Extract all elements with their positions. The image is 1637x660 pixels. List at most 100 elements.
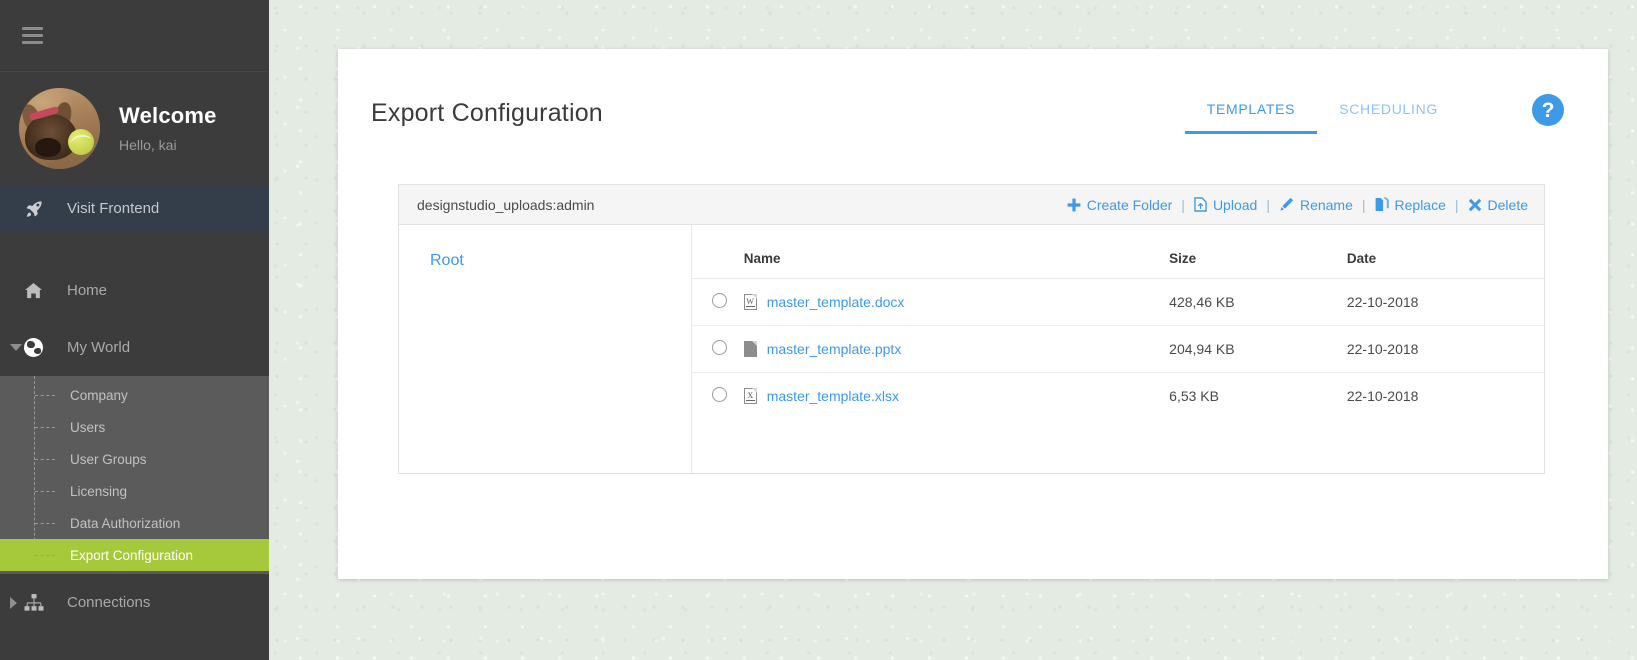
tab-label: SCHEDULING <box>1339 101 1438 117</box>
sidebar-subitem-label: Users <box>70 419 106 435</box>
file-link[interactable]: master_template.pptx <box>767 341 902 357</box>
row-select-cell <box>692 373 744 420</box>
visit-frontend-label: Visit Frontend <box>67 200 160 217</box>
sidebar-submenu: Company Users User Groups Licensing Data… <box>0 376 269 574</box>
column-date: Date <box>1346 225 1544 279</box>
page-title: Export Configuration <box>371 99 603 127</box>
pencil-icon <box>1279 197 1294 212</box>
delete-button[interactable]: Delete <box>1468 197 1528 213</box>
copy-file-icon <box>1375 197 1389 212</box>
hamburger-icon[interactable] <box>22 27 43 44</box>
action-separator: | <box>1266 196 1270 213</box>
card-header: Export Configuration TEMPLATES SCHEDULIN… <box>338 49 1608 134</box>
welcome-subtitle: Hello, kai <box>119 137 177 154</box>
sidebar-item-export-configuration[interactable]: Export Configuration <box>0 539 269 571</box>
close-x-icon <box>1468 198 1482 212</box>
row-size-cell: 6,53 KB <box>1169 388 1219 404</box>
sidebar-item-label: Connections <box>67 594 151 611</box>
action-label: Rename <box>1299 196 1353 213</box>
row-size-cell: 204,94 KB <box>1169 325 1347 373</box>
sidebar: Welcome Hello, kai Visit Frontend Home M… <box>0 0 269 660</box>
file-table: Name Size Date W master_template.docx 42… <box>692 225 1544 419</box>
tab-label: TEMPLATES <box>1206 101 1296 117</box>
row-name-cell: W master_template.docx <box>743 278 1170 326</box>
home-icon <box>0 282 67 300</box>
row-date-cell: 22-10-2018 <box>1346 388 1419 404</box>
sidebar-item-my-world[interactable]: My World <box>0 319 269 376</box>
row-select-cell <box>692 325 744 373</box>
user-profile: Welcome Hello, kai <box>0 71 269 185</box>
table-header-row: Name Size Date <box>692 225 1544 279</box>
sidebar-subitem-label: User Groups <box>70 451 147 467</box>
folder-tree: Root <box>399 225 692 473</box>
table-row[interactable]: X master_template.xlsx 6,53 KB 22-10-201… <box>692 373 1544 420</box>
table-row[interactable]: master_template.pptx 204,94 KB 22-10-201… <box>692 325 1544 373</box>
tab-scheduling[interactable]: SCHEDULING <box>1317 101 1460 134</box>
sidebar-item-data-authorization[interactable]: Data Authorization <box>0 507 269 539</box>
main-content-card: Export Configuration TEMPLATES SCHEDULIN… <box>338 49 1608 579</box>
action-separator: | <box>1181 196 1185 213</box>
tab-bar: TEMPLATES SCHEDULING <box>1184 101 1460 134</box>
upload-icon <box>1194 197 1207 212</box>
create-folder-button[interactable]: Create Folder <box>1067 196 1173 213</box>
visit-frontend-link[interactable]: Visit Frontend <box>0 185 269 232</box>
action-separator: | <box>1454 196 1459 213</box>
tab-templates[interactable]: TEMPLATES <box>1184 101 1318 134</box>
row-radio[interactable] <box>712 293 727 308</box>
file-manager-toolbar: designstudio_uploads:admin Create Folder… <box>399 185 1544 225</box>
sidebar-item-home[interactable]: Home <box>0 262 269 319</box>
sidebar-item-user-groups[interactable]: User Groups <box>0 443 269 475</box>
help-icon[interactable]: ? <box>1532 94 1564 126</box>
sidebar-subitem-label: Licensing <box>70 483 128 499</box>
file-manager-actions: Create Folder | Upload | Rename | Replac… <box>1067 197 1528 213</box>
tree-item-root[interactable]: Root <box>430 252 464 269</box>
column-size: Size <box>1169 225 1347 279</box>
upload-button[interactable]: Upload <box>1194 197 1257 213</box>
row-select-cell <box>692 278 744 326</box>
chevron-down-icon <box>10 344 22 351</box>
file-link[interactable]: master_template.docx <box>767 294 905 310</box>
row-name-cell: X master_template.xlsx <box>743 373 1169 420</box>
sidebar-subitem-label: Company <box>70 387 128 403</box>
table-row[interactable]: W master_template.docx 428,46 KB 22-10-2… <box>692 278 1544 326</box>
column-select <box>692 225 744 279</box>
file-manager-body: Root Name Size Date W master_template.do… <box>399 225 1544 473</box>
sidebar-item-connections[interactable]: Connections <box>0 574 269 631</box>
sidebar-toggle[interactable] <box>0 0 269 71</box>
sidebar-subitem-label: Export Configuration <box>70 547 194 563</box>
word-file-icon: W <box>743 294 757 310</box>
action-separator: | <box>1361 196 1366 213</box>
rename-button[interactable]: Rename <box>1279 197 1353 213</box>
plus-icon <box>1067 198 1081 212</box>
action-label: Replace <box>1394 196 1446 213</box>
welcome-title: Welcome <box>119 102 217 128</box>
path-breadcrumb: designstudio_uploads:admin <box>417 196 595 213</box>
replace-button[interactable]: Replace <box>1375 197 1446 213</box>
file-manager-panel: designstudio_uploads:admin Create Folder… <box>398 184 1545 474</box>
action-label: Create Folder <box>1086 196 1173 213</box>
action-label: Delete <box>1487 196 1528 213</box>
sidebar-spacer <box>0 232 269 262</box>
avatar <box>19 88 100 169</box>
column-name: Name <box>743 225 1170 279</box>
help-label: ? <box>1541 98 1555 122</box>
row-date-cell: 22-10-2018 <box>1346 325 1544 373</box>
chevron-right-icon <box>10 596 17 609</box>
sidebar-item-company[interactable]: Company <box>0 379 269 411</box>
sidebar-item-users[interactable]: Users <box>0 411 269 443</box>
sidebar-item-label: Home <box>67 282 108 299</box>
action-label: Upload <box>1212 196 1258 213</box>
row-size-cell: 428,46 KB <box>1169 278 1347 326</box>
generic-file-icon <box>743 341 757 357</box>
sidebar-subitem-label: Data Authorization <box>70 515 181 531</box>
row-date-cell: 22-10-2018 <box>1346 278 1544 326</box>
rocket-icon <box>0 199 67 219</box>
row-radio[interactable] <box>712 387 727 402</box>
file-link[interactable]: master_template.xlsx <box>767 388 899 404</box>
row-name-cell: master_template.pptx <box>743 325 1170 373</box>
excel-file-icon: X <box>743 388 757 404</box>
file-table-container: Name Size Date W master_template.docx 42… <box>692 225 1544 473</box>
sidebar-item-label: My World <box>67 339 131 356</box>
row-radio[interactable] <box>712 340 727 355</box>
sidebar-item-licensing[interactable]: Licensing <box>0 475 269 507</box>
